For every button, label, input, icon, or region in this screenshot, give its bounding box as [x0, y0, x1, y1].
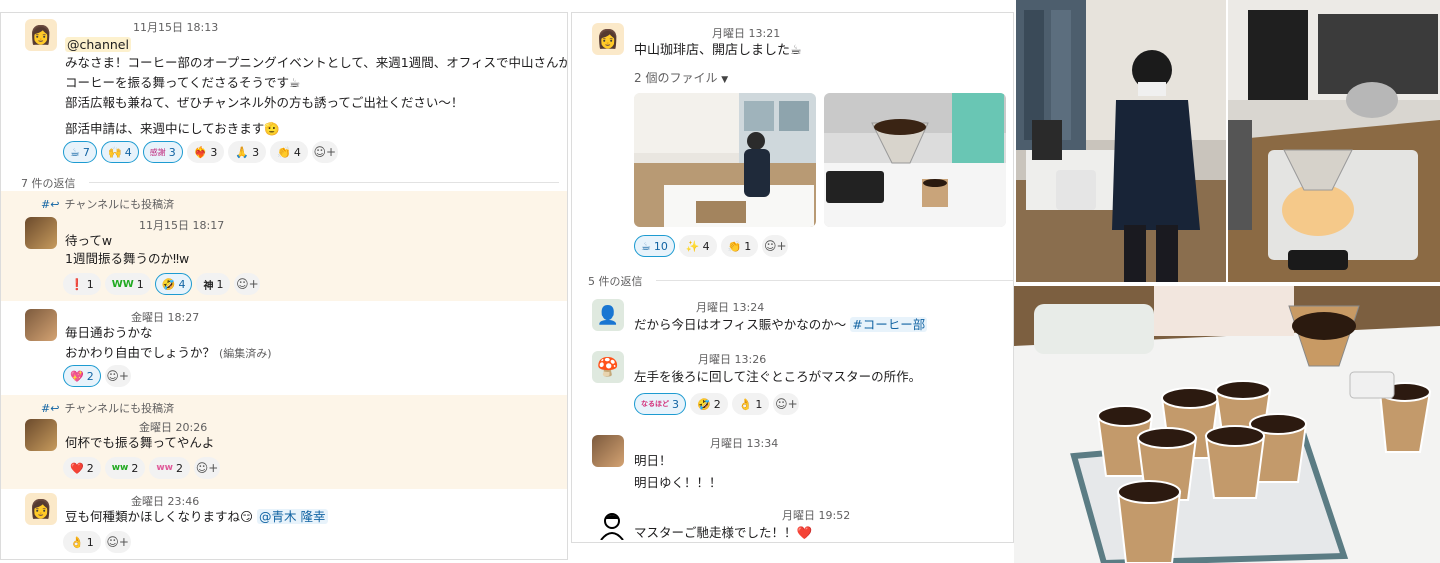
add-reaction-icon[interactable]: ☺+ — [193, 457, 220, 479]
channel-mention[interactable]: @channel — [65, 37, 131, 52]
reply-count[interactable]: 5 件の返信 — [588, 273, 1013, 289]
timestamp[interactable]: 月曜日 13:26 — [698, 351, 766, 367]
message-line: 豆も何種類かほしくなりますね😏 @青木 隆幸 — [65, 509, 328, 524]
reaction[interactable]: 👌 1 — [731, 393, 770, 415]
collage: 👩 11月15日 18:13 @channel みなさま！コーヒー部のオープニン… — [0, 0, 1440, 563]
reaction-bar: 💖 2 ☺+ — [63, 365, 131, 387]
add-reaction-icon[interactable]: ☺+ — [104, 531, 131, 553]
message-line: 部活申請は、来週中にしておきます🫡 — [65, 121, 280, 136]
files-toggle[interactable]: 2 個のファイル ▼ — [634, 69, 728, 86]
message-line: おかわり自由でしょうか？ (編集済み) — [65, 345, 272, 360]
timestamp[interactable]: 月曜日 13:21 — [712, 25, 780, 41]
timestamp[interactable]: 11月15日 18:13 — [133, 19, 218, 35]
reaction-bar: ❗ 1 WW 1 🤣 4 神1 ☺+ — [63, 273, 261, 295]
edited-label: (編集済み) — [219, 347, 272, 360]
reaction[interactable]: 感謝 3 — [142, 141, 183, 163]
message-line: 待ってw — [65, 233, 113, 248]
message-line: マスターご馳走様でした！！❤️ — [634, 525, 813, 540]
reaction-bar: 👌 1 ☺+ — [63, 531, 131, 553]
photo-coffee-cups — [1014, 286, 1440, 563]
reaction[interactable]: 🤣 4 — [154, 273, 193, 295]
reply-message: 👤 月曜日 13:24 だから今日はオフィス賑やかなのか〜 #コーヒー部 — [572, 293, 1013, 343]
reaction-bar: なるほど 3 🤣 2 👌 1 ☺+ — [634, 393, 800, 415]
reply-message: 月曜日 19:52 マスターご馳走様でした！！❤️ — [572, 501, 1013, 542]
avatar[interactable]: 👩 — [25, 19, 57, 51]
also-sent-to-channel[interactable]: #↩ チャンネルにも投稿済 — [41, 196, 174, 212]
reaction[interactable]: ☕ 10 — [634, 235, 675, 257]
add-reaction-icon[interactable]: ☺+ — [762, 235, 789, 257]
timestamp[interactable]: 月曜日 13:34 — [710, 435, 778, 451]
avatar[interactable] — [592, 435, 624, 467]
reaction[interactable]: ww 2 — [104, 457, 146, 479]
message-line: 部活広報も兼ねて、ぜひチャンネル外の方も誘ってご出社ください〜！ — [65, 95, 464, 110]
reply-message: 金曜日 18:27 毎日通おうかな おかわり自由でしょうか？ (編集済み) 💖 2… — [1, 303, 567, 393]
reaction-bar: ☕ 7 🙌 4 感謝 3 ❤️‍🔥 3 🙏 3 👏 4 ☺+ — [63, 141, 338, 163]
reaction[interactable]: 👌 1 — [63, 531, 101, 553]
reaction[interactable]: ww 2 — [149, 457, 190, 479]
photo-drip-setup — [1228, 0, 1440, 282]
reply-message: 🍄 月曜日 13:26 左手を後ろに回して注ぐところがマスターの所作。 なるほど… — [572, 345, 1013, 429]
photo-pouring-coffee — [1016, 0, 1226, 282]
also-sent-to-channel[interactable]: #↩ チャンネルにも投稿済 — [41, 400, 174, 416]
reply-message: #↩ チャンネルにも投稿済 11月15日 18:17 待ってw 1週間振る舞うのか… — [1, 191, 567, 301]
add-reaction-icon[interactable]: ☺+ — [311, 141, 338, 163]
reaction[interactable]: ☕ 7 — [63, 141, 97, 163]
reaction[interactable]: 👏 1 — [720, 235, 759, 257]
channel-link[interactable]: #コーヒー部 — [850, 317, 928, 332]
reply-count[interactable]: 7 件の返信 — [21, 175, 555, 191]
attachment-image[interactable] — [634, 93, 816, 227]
reaction[interactable]: 🤣 2 — [690, 393, 728, 415]
message-line: 中山珈琲店、開店しました☕ — [634, 43, 802, 58]
reaction[interactable]: 神1 — [196, 273, 231, 295]
right-thread-panel: 👩 月曜日 13:21 中山珈琲店、開店しました☕ 2 個のファイル ▼ ☕ 1… — [571, 12, 1014, 543]
message-line: 明日！ — [634, 453, 672, 468]
message-line: 何杯でも振る舞ってやんよ — [65, 435, 215, 450]
add-reaction-icon[interactable]: ☺+ — [234, 273, 261, 295]
reaction[interactable]: ❤️ 2 — [63, 457, 101, 479]
reaction-bar: ☕ 10 ✨ 4 👏 1 ☺+ — [634, 235, 789, 257]
message-line: だから今日はオフィス賑やかなのか〜 #コーヒー部 — [634, 317, 928, 332]
avatar[interactable]: 👤 — [592, 299, 624, 331]
reaction[interactable]: ✨ 4 — [678, 235, 717, 257]
reaction[interactable]: なるほど 3 — [634, 393, 686, 415]
reaction-bar: ❤️ 2 ww 2 ww 2 ☺+ — [63, 457, 220, 479]
reaction[interactable]: ❗ 1 — [63, 273, 101, 295]
add-reaction-icon[interactable]: ☺+ — [104, 365, 131, 387]
parent-message: 👩 11月15日 18:13 @channel みなさま！コーヒー部のオープニン… — [1, 13, 567, 173]
reply-message: 👩 金曜日 23:46 豆も何種類かほしくなりますね😏 @青木 隆幸 👌 1 ☺+ — [1, 487, 567, 559]
add-reaction-icon[interactable]: ☺+ — [773, 393, 800, 415]
avatar[interactable] — [25, 217, 57, 249]
reply-message: 月曜日 13:34 明日！ 明日ゆく！！！ — [572, 429, 1013, 499]
reaction[interactable]: 👏 4 — [270, 141, 308, 163]
channel-hash-icon: #↩ — [41, 198, 60, 211]
user-mention[interactable]: @青木 隆幸 — [257, 509, 328, 524]
parent-message: 👩 月曜日 13:21 中山珈琲店、開店しました☕ 2 個のファイル ▼ ☕ 1… — [572, 13, 1013, 269]
timestamp[interactable]: 11月15日 18:17 — [139, 217, 224, 233]
avatar[interactable]: 👩 — [25, 493, 57, 525]
left-thread-panel: 👩 11月15日 18:13 @channel みなさま！コーヒー部のオープニン… — [0, 12, 568, 560]
message-line: @channel — [65, 35, 131, 55]
avatar[interactable]: 👩 — [592, 23, 624, 55]
reaction[interactable]: 💖 2 — [63, 365, 101, 387]
reaction[interactable]: ❤️‍🔥 3 — [186, 141, 225, 163]
message-line: みなさま！コーヒー部のオープニングイベントとして、来週1週間、オフィスで中山さん… — [65, 55, 568, 70]
message-line: 左手を後ろに回して注ぐところがマスターの所作。 — [634, 369, 922, 384]
reaction[interactable]: 🙌 4 — [101, 141, 139, 163]
timestamp[interactable]: 月曜日 13:24 — [696, 299, 764, 315]
reply-message: #↩ チャンネルにも投稿済 金曜日 20:26 何杯でも振る舞ってやんよ ❤️ 2 … — [1, 395, 567, 489]
message-line: 明日ゆく！！！ — [634, 475, 722, 490]
attachment-image[interactable] — [824, 93, 1006, 227]
avatar[interactable] — [25, 419, 57, 451]
reaction[interactable]: WW 1 — [104, 273, 151, 295]
reaction[interactable]: 🙏 3 — [228, 141, 267, 163]
channel-hash-icon: #↩ — [41, 402, 60, 415]
timestamp[interactable]: 月曜日 19:52 — [782, 507, 850, 523]
message-line: コーヒーを振る舞ってくださるそうです☕ — [65, 75, 301, 90]
chevron-down-icon: ▼ — [721, 75, 729, 85]
avatar[interactable] — [25, 309, 57, 341]
message-line: 毎日通おうかな — [65, 325, 153, 340]
avatar[interactable]: 🍄 — [592, 351, 624, 383]
avatar[interactable] — [596, 509, 628, 541]
message-line: 1週間振る舞うのか‼w — [65, 251, 190, 266]
